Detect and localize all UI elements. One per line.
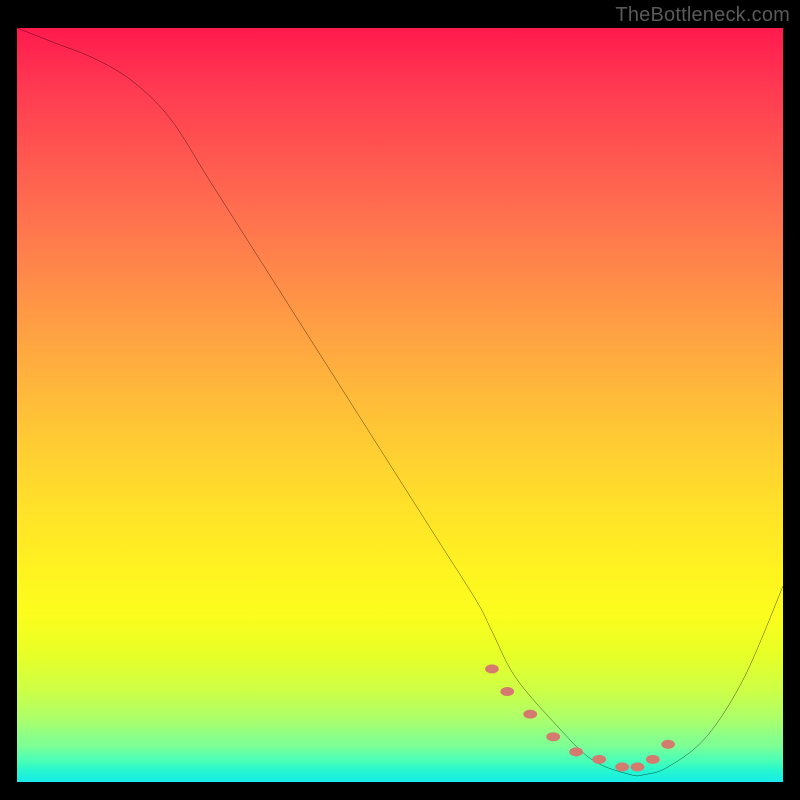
marker-dot — [485, 664, 499, 673]
marker-dot — [661, 740, 675, 749]
marker-dots-group — [485, 664, 675, 771]
plot-area — [17, 28, 783, 782]
marker-dot — [546, 732, 560, 741]
marker-dot — [615, 762, 629, 771]
marker-dot — [569, 747, 583, 756]
chart-stage: TheBottleneck.com — [0, 0, 800, 800]
bottleneck-curve-path — [17, 28, 783, 776]
marker-dot — [500, 687, 514, 696]
marker-dot — [631, 762, 645, 771]
marker-dot — [592, 755, 606, 764]
curve-svg — [17, 28, 783, 782]
watermark-text: TheBottleneck.com — [615, 4, 790, 27]
marker-dot — [646, 755, 660, 764]
marker-dot — [523, 710, 537, 719]
